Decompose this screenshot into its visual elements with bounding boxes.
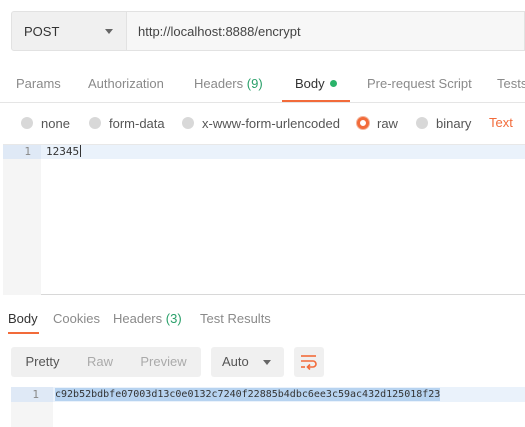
response-tab-cookies[interactable]: Cookies	[53, 306, 100, 334]
tab-label: Headers	[113, 311, 163, 326]
response-text-selected: c92b52bdbfe07003d13c0e0132c7240f22885b4d…	[55, 388, 441, 401]
code-text: 12345	[46, 145, 80, 158]
tab-label: Test Results	[200, 311, 271, 326]
view-preview-button[interactable]: Preview	[126, 347, 201, 377]
tabs-divider	[0, 102, 525, 103]
radio-selected-icon	[357, 117, 369, 129]
radio-raw[interactable]: raw	[357, 112, 398, 134]
headers-count-badge: (3)	[165, 311, 182, 326]
url-value: http://localhost:8888/encrypt	[138, 23, 301, 39]
url-input[interactable]: http://localhost:8888/encrypt	[127, 11, 525, 51]
body-type-radios: none form-data x-www-form-urlencoded raw…	[0, 112, 525, 134]
view-pretty-button[interactable]: Pretty	[11, 347, 74, 377]
view-raw-button[interactable]: Raw	[74, 347, 126, 377]
radio-circle-icon	[182, 117, 194, 129]
radio-label: none	[41, 115, 70, 131]
tab-tests[interactable]: Tests	[497, 66, 525, 102]
radio-label: binary	[436, 115, 472, 131]
line-number: 1	[24, 145, 31, 158]
response-tab-body[interactable]: Body	[8, 306, 39, 334]
tab-pre-request-script[interactable]: Pre-request Script	[367, 66, 472, 102]
view-mode-toggle: Pretty Raw Preview	[11, 347, 201, 377]
radio-label: raw	[377, 115, 398, 131]
response-tabs: Body Cookies Headers (3) Test Results	[0, 306, 525, 334]
headers-count-badge: (9)	[246, 76, 263, 91]
response-tab-headers[interactable]: Headers (3)	[113, 306, 182, 334]
tab-label: Cookies	[53, 311, 100, 326]
radio-circle-icon	[21, 117, 33, 129]
method-label: POST	[24, 23, 60, 39]
radio-circle-icon	[89, 117, 101, 129]
text-cursor	[80, 145, 82, 157]
response-body-viewer[interactable]: 1 c92b52bdbfe07003d13c0e0132c7240f22885b…	[11, 387, 525, 427]
radio-label: form-data	[109, 115, 165, 131]
request-tabs: Params Authorization Headers (9) Body Pr…	[0, 66, 525, 102]
radio-none[interactable]: none	[21, 112, 70, 134]
tab-headers[interactable]: Headers (9)	[194, 66, 263, 102]
tab-label: Pre-request Script	[367, 76, 472, 91]
wrap-lines-button[interactable]	[294, 347, 324, 377]
line-number: 1	[32, 388, 39, 401]
wrap-lines-icon	[301, 355, 317, 370]
format-label: Auto	[222, 354, 249, 369]
tab-label: Body	[295, 76, 325, 91]
radio-label: x-www-form-urlencoded	[202, 115, 340, 131]
line-gutter	[3, 145, 41, 295]
radio-x-www-form-urlencoded[interactable]: x-www-form-urlencoded	[182, 112, 340, 134]
chevron-down-icon	[105, 29, 113, 34]
tab-authorization[interactable]: Authorization	[88, 66, 164, 102]
tab-label: Params	[16, 76, 61, 91]
radio-form-data[interactable]: form-data	[89, 112, 165, 134]
request-body-editor[interactable]: 1 12345	[3, 144, 525, 295]
request-bar: POST http://localhost:8888/encrypt	[11, 11, 525, 51]
radio-circle-icon	[416, 117, 428, 129]
radio-binary[interactable]: binary	[416, 112, 471, 134]
tab-label: Authorization	[88, 76, 164, 91]
tab-params[interactable]: Params	[16, 66, 61, 102]
response-tab-test-results[interactable]: Test Results	[200, 306, 271, 334]
body-indicator-dot-icon	[329, 80, 337, 87]
tab-label: Tests	[497, 76, 525, 91]
chevron-down-icon	[263, 360, 271, 365]
active-line	[3, 145, 525, 159]
active-tab-indicator	[8, 332, 39, 334]
code-line: 12345	[46, 145, 82, 159]
method-select[interactable]: POST	[11, 11, 127, 51]
tab-body[interactable]: Body	[282, 66, 350, 102]
tab-label: Body	[8, 311, 38, 326]
format-select[interactable]: Auto	[211, 347, 284, 377]
tab-label: Headers	[194, 76, 244, 91]
body-format-select[interactable]: Text	[489, 112, 513, 134]
